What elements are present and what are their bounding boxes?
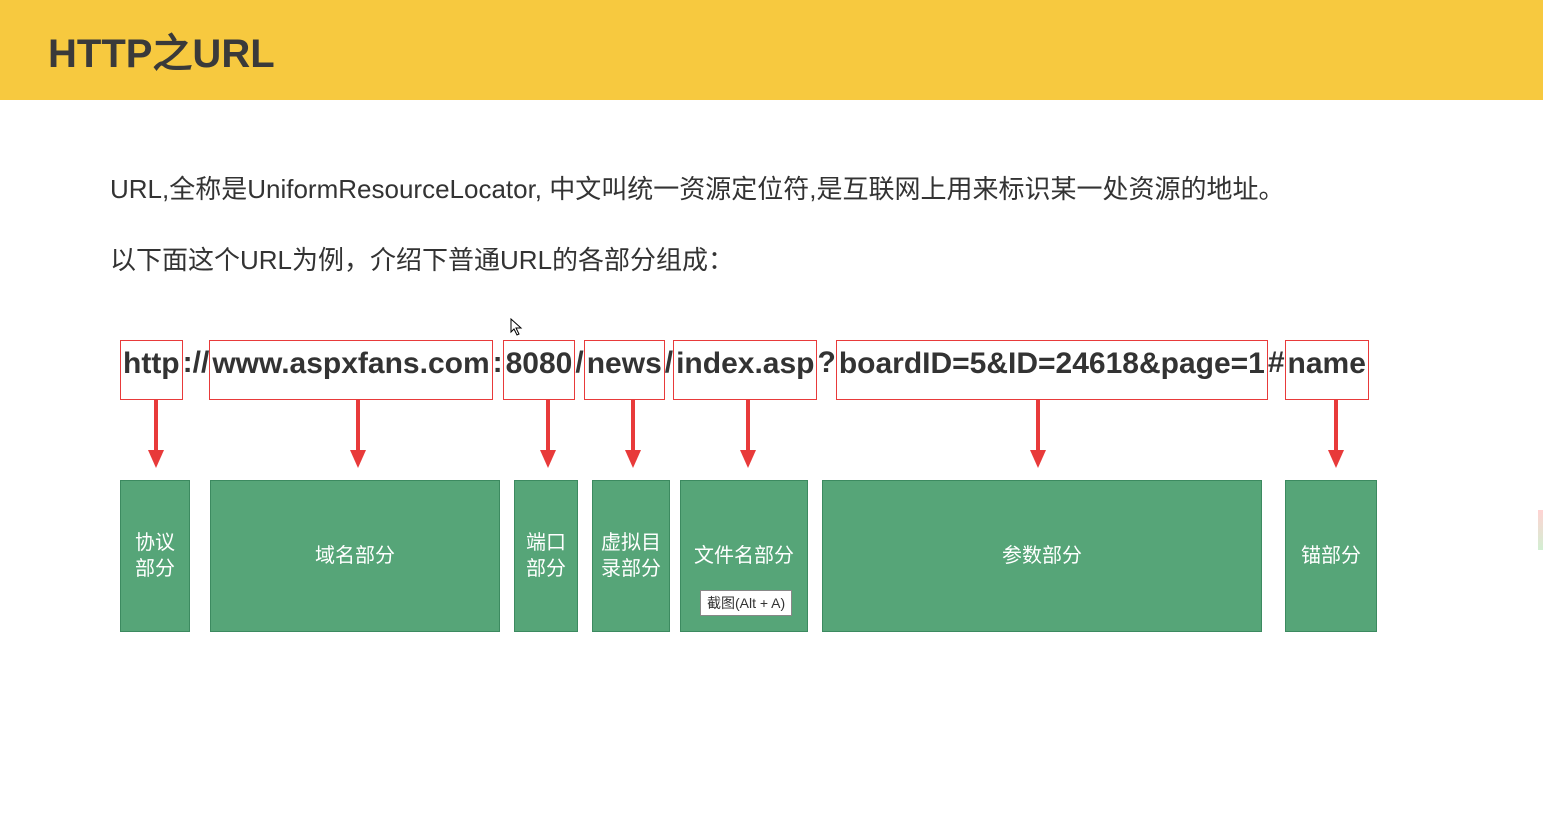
cursor-icon: [510, 318, 524, 341]
arrow-icon: [1328, 400, 1344, 470]
arrow-icon: [350, 400, 366, 470]
url-sep-hash: #: [1268, 340, 1285, 400]
page-title: HTTP之URL: [48, 21, 275, 79]
right-edge-accent: [1538, 510, 1543, 550]
label-query: 参数部分: [822, 480, 1262, 632]
arrow-icon: [740, 400, 756, 470]
label-port: 端口 部分: [514, 480, 578, 632]
url-file-box: index.asp: [673, 340, 817, 400]
url-sep-slash1: /: [575, 340, 583, 400]
url-sep-colon: :: [493, 340, 503, 400]
arrow-icon: [1030, 400, 1046, 470]
label-row: 协议 部分 域名部分 端口 部分 虚拟目 录部分 文件名部分 参数部分 锚部分 …: [110, 480, 1433, 632]
url-sep-qmark: ?: [817, 340, 835, 400]
arrow-icon: [148, 400, 164, 470]
label-protocol: 协议 部分: [120, 480, 190, 632]
label-text: 文件名部分: [694, 543, 794, 569]
description-2: 以下面这个URL为例，介绍下普通URL的各部分组成：: [110, 241, 1433, 280]
label-path: 虚拟目 录部分: [592, 480, 670, 632]
arrow-icon: [540, 400, 556, 470]
url-protocol-box: http: [120, 340, 183, 400]
header-bar: HTTP之URL: [0, 0, 1543, 100]
label-text: 虚拟目 录部分: [601, 530, 661, 582]
content-area: URL,全称是UniformResourceLocator, 中文叫统一资源定位…: [0, 100, 1543, 632]
url-query-box: boardID=5&ID=24618&page=1: [836, 340, 1268, 400]
label-text: 域名部分: [315, 543, 395, 569]
url-diagram: http://www.aspxfans.com:8080/news/index.…: [110, 340, 1433, 632]
description-1: URL,全称是UniformResourceLocator, 中文叫统一资源定位…: [110, 170, 1433, 209]
label-text: 端口 部分: [526, 530, 566, 582]
url-sep-slash2: /: [665, 340, 673, 400]
label-domain: 域名部分: [210, 480, 500, 632]
label-text: 参数部分: [1002, 543, 1082, 569]
url-path-box: news: [584, 340, 665, 400]
url-anchor-box: name: [1285, 340, 1369, 400]
arrow-icon: [625, 400, 641, 470]
label-anchor: 锚部分: [1285, 480, 1377, 632]
arrow-row: [110, 400, 1433, 480]
label-text: 协议 部分: [135, 530, 175, 582]
screenshot-tooltip: 截图(Alt + A): [700, 590, 792, 616]
url-string: http://www.aspxfans.com:8080/news/index.…: [120, 340, 1433, 400]
label-text: 锚部分: [1301, 543, 1361, 569]
url-domain-box: www.aspxfans.com: [209, 340, 492, 400]
url-port-box: 8080: [503, 340, 576, 400]
url-sep-scheme: ://: [183, 340, 210, 400]
